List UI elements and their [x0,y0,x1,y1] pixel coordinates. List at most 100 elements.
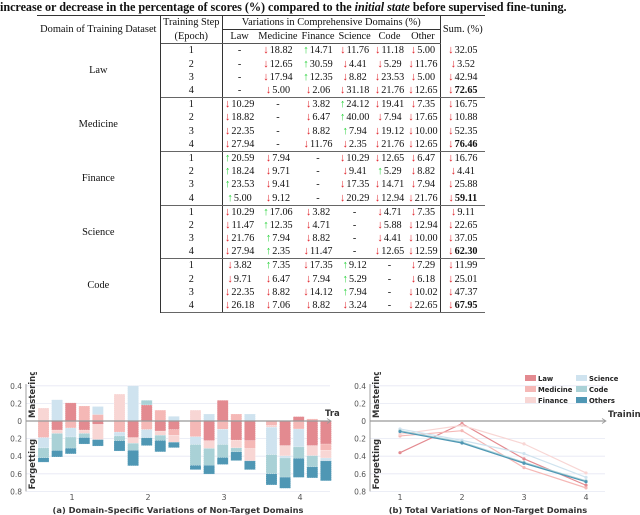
col-law: Law [222,29,257,45]
arrow-down-icon: ↓ [448,84,454,97]
legend-label-medicine: Medicine [538,386,573,394]
value: 2.35 [272,246,291,258]
variation-cell: ↓8.82 [299,298,337,314]
bar-segment-medicine [78,405,90,422]
sum-cell: ↓16.75 [440,98,485,112]
value: 6.47 [272,273,291,285]
bar-segment-finance [203,440,215,449]
arrow-up-icon: ↑ [342,259,348,272]
value: 22.65 [414,300,438,312]
bar-segment-science [127,385,139,422]
sum-cell: ↓37.05 [440,232,485,245]
arrow-down-icon: ↓ [374,137,381,150]
y-tick-label: 0.2 [10,399,22,408]
arrow-down-icon: ↓ [265,299,272,312]
value: 11.76 [346,45,370,57]
arrow-down-icon: ↓ [265,285,272,298]
value: - [387,260,392,272]
arrow-down-icon: ↓ [340,44,346,57]
caption-italic: initial state [354,0,410,14]
arrow-down-icon: ↓ [265,84,272,97]
arrow-down-icon: ↓ [339,84,346,97]
col-science: Science [336,29,373,45]
y-tick-label: 0.4 [354,452,366,461]
variation-cell: - [300,178,337,191]
bar-segment-science [168,416,180,422]
value: 4.41 [383,233,402,245]
arrow-down-icon: ↓ [374,70,381,83]
arrow-up-icon: ↑ [263,205,269,218]
arrow-down-icon: ↓ [342,165,348,178]
arrow-down-icon: ↓ [448,245,454,258]
value: 9.41 [348,166,367,178]
x-axis-label: Training Epoch [608,410,640,420]
bar-segment-code [217,444,229,458]
variation-cell: ↓21.76 [222,232,256,245]
bar-segment-science [51,399,63,422]
value: 17.35 [346,179,370,191]
bar-segment-finance [51,429,63,434]
training-domain-cell: Science [37,205,161,259]
variation-cell: ↓3.82 [222,259,256,273]
variation-cell: ↑7.94 [336,125,372,138]
variation-cell: - [256,137,300,152]
legend-swatch-finance [525,397,536,403]
variation-cell: ↑14.71 [300,44,337,58]
value: 9.12 [272,192,291,204]
bar-segment-finance [113,393,126,422]
arrow-down-icon: ↓ [448,178,454,191]
variation-cell: ↓4.71 [373,205,406,219]
value: 6.47 [312,112,331,124]
value: 23.53 [231,179,255,191]
variation-cell: ↓12.65 [406,137,441,152]
sum-cell: ↓72.65 [440,83,485,99]
arrow-down-icon: ↓ [305,205,312,218]
bar-segment-medicine [293,420,305,430]
value: - [237,85,242,97]
arrow-down-icon: ↓ [305,124,312,137]
value: 24.12 [346,99,370,111]
epoch-cell: 2 [160,218,223,232]
arrow-down-icon: ↓ [265,272,272,285]
variation-cell: ↑24.12 [336,98,372,112]
variation-cell: ↓8.82 [256,286,299,299]
variation-cell: ↓11.76 [406,57,441,71]
epoch-cell: 3 [160,178,223,192]
value: 12.65 [414,138,438,150]
arrow-down-icon: ↓ [265,151,272,164]
point-medicine [460,429,464,433]
value: 22.65 [454,219,478,231]
arrow-down-icon: ↓ [448,259,454,272]
line-law [399,422,587,486]
value: 2.35 [348,138,367,150]
value: 37.05 [454,233,478,245]
variation-cell: ↓20.29 [336,191,373,206]
bar-segment-code [127,443,139,451]
bar-segment-finance [279,445,291,457]
value: - [237,71,242,83]
point-science [522,451,526,456]
arrow-down-icon: ↓ [374,98,381,111]
arrow-down-icon: ↓ [448,272,454,285]
value: - [352,219,357,231]
bar-segment-others [265,473,278,486]
header-variations: Variations in Comprehensive Domains (%) [222,14,441,31]
bar-segment-others [203,465,215,475]
variation-cell: ↓14.12 [300,286,337,299]
bar-segment-others [65,448,77,455]
variation-cell: ↓12.94 [406,218,441,232]
bar-segment-finance [37,407,50,422]
variation-cell: ↑5.29 [373,165,406,178]
variation-cell: - [222,71,256,84]
variation-cell: - [336,219,372,232]
bar-segment-others [78,437,90,445]
arrow-down-icon: ↓ [410,205,417,218]
value: 7.35 [272,260,291,272]
value: 3.52 [457,58,475,70]
legend-swatch-medicine [525,386,536,392]
epoch-cell: 2 [160,165,223,179]
arrow-down-icon: ↓ [408,218,414,231]
value: 18.82 [231,112,255,124]
value: 7.94 [383,112,402,124]
variation-cell: ↓2.06 [299,83,337,99]
